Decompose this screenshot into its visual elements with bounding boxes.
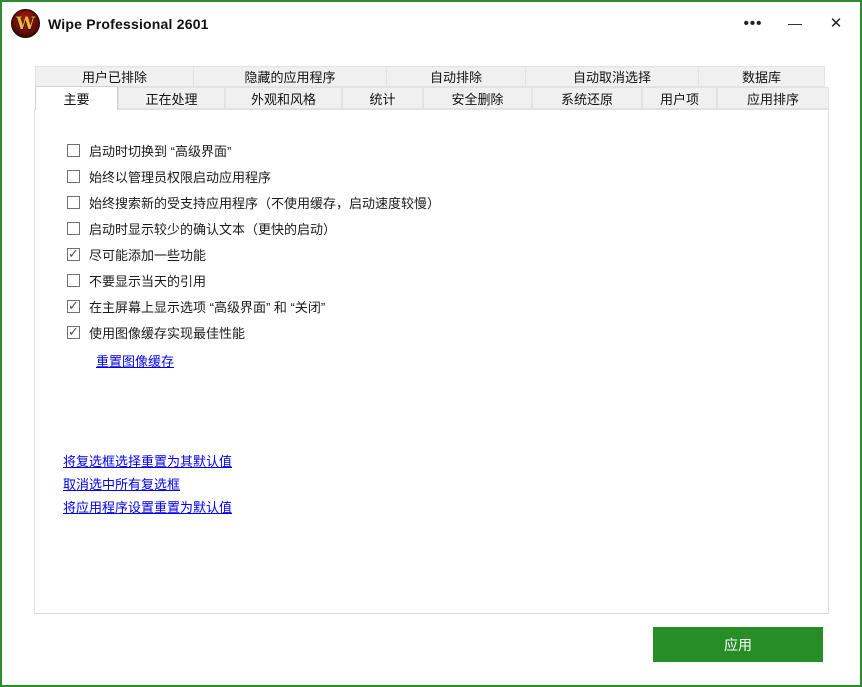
tab-user-items[interactable]: 用户项 bbox=[642, 87, 717, 109]
checkbox-label: 始终以管理员权限启动应用程序 bbox=[89, 167, 271, 186]
checkbox-row: 不要显示当天的引用 bbox=[67, 273, 440, 288]
checkbox-label: 尽可能添加一些功能 bbox=[89, 245, 206, 264]
ellipsis-icon: ••• bbox=[744, 15, 763, 32]
checkbox-search-new-apps[interactable] bbox=[67, 196, 80, 209]
checkbox-run-as-admin[interactable] bbox=[67, 170, 80, 183]
checkbox-row: 始终以管理员权限启动应用程序 bbox=[67, 169, 440, 184]
wipe-professional-window: { "window": { "title": "Wipe Professiona… bbox=[0, 0, 862, 687]
main-settings-panel: 启动时切换到 “高级界面” 始终以管理员权限启动应用程序 始终搜索新的受支持应用… bbox=[34, 109, 829, 614]
checkbox-use-image-cache[interactable] bbox=[67, 326, 80, 339]
checkbox-label: 不要显示当天的引用 bbox=[89, 271, 206, 290]
close-icon: ✕ bbox=[830, 14, 843, 32]
tab-row-lower: 主要 正在处理 外观和风格 统计 安全删除 系统还原 用户项 应用排序 bbox=[35, 86, 829, 110]
tab-statistics[interactable]: 统计 bbox=[342, 87, 423, 109]
checkbox-row: 使用图像缓存实现最佳性能 bbox=[67, 325, 440, 340]
settings-tabs: 用户已排除 隐藏的应用程序 自动排除 自动取消选择 数据库 主要 正在处理 外观… bbox=[35, 66, 829, 110]
link-reset-checkboxes-default[interactable]: 将复选框选择重置为其默认值 bbox=[63, 454, 232, 469]
checkbox-row: 尽可能添加一些功能 bbox=[67, 247, 440, 262]
tab-processing[interactable]: 正在处理 bbox=[118, 87, 225, 109]
close-button[interactable]: ✕ bbox=[819, 10, 853, 36]
checkbox-list: 启动时切换到 “高级界面” 始终以管理员权限启动应用程序 始终搜索新的受支持应用… bbox=[67, 143, 440, 351]
window-title: Wipe Professional 2601 bbox=[48, 2, 209, 46]
checkbox-show-advanced-and-close[interactable] bbox=[67, 300, 80, 313]
tab-row-upper: 用户已排除 隐藏的应用程序 自动排除 自动取消选择 数据库 bbox=[35, 66, 829, 87]
checkbox-label: 在主屏幕上显示选项 “高级界面” 和 “关闭” bbox=[89, 297, 325, 316]
tab-app-sorting[interactable]: 应用排序 bbox=[717, 87, 829, 109]
checkbox-label: 使用图像缓存实现最佳性能 bbox=[89, 323, 245, 342]
checkbox-switch-advanced-ui[interactable] bbox=[67, 144, 80, 157]
checkbox-label: 启动时切换到 “高级界面” bbox=[89, 141, 231, 160]
link-uncheck-all-checkboxes[interactable]: 取消选中所有复选框 bbox=[63, 477, 232, 492]
minimize-button[interactable]: — bbox=[778, 10, 812, 36]
checkbox-no-quote-of-day[interactable] bbox=[67, 274, 80, 287]
tab-system-restore[interactable]: 系统还原 bbox=[532, 87, 642, 109]
checkbox-row: 在主屏幕上显示选项 “高级界面” 和 “关闭” bbox=[67, 299, 440, 314]
checkbox-row: 启动时显示较少的确认文本（更快的启动） bbox=[67, 221, 440, 236]
titlebar: W Wipe Professional 2601 ••• — ✕ bbox=[2, 2, 860, 46]
checkbox-row: 始终搜索新的受支持应用程序（不使用缓存，启动速度较慢） bbox=[67, 195, 440, 210]
minimize-icon: — bbox=[788, 15, 802, 31]
checkbox-less-confirmation-text[interactable] bbox=[67, 222, 80, 235]
tab-users-excluded[interactable]: 用户已排除 bbox=[35, 66, 194, 87]
tab-auto-exclude[interactable]: 自动排除 bbox=[386, 66, 526, 87]
link-reset-image-cache[interactable]: 重置图像缓存 bbox=[96, 351, 174, 370]
checkbox-label: 启动时显示较少的确认文本（更快的启动） bbox=[89, 219, 336, 238]
tab-database[interactable]: 数据库 bbox=[698, 66, 825, 87]
window-menu-button[interactable]: ••• bbox=[736, 10, 770, 36]
tab-secure-delete[interactable]: 安全删除 bbox=[423, 87, 532, 109]
checkbox-label: 始终搜索新的受支持应用程序（不使用缓存，启动速度较慢） bbox=[89, 193, 440, 212]
tab-main[interactable]: 主要 bbox=[35, 86, 118, 110]
apply-button[interactable]: 应用 bbox=[653, 627, 823, 662]
tab-hidden-apps[interactable]: 隐藏的应用程序 bbox=[193, 66, 387, 87]
bottom-links: 将复选框选择重置为其默认值 取消选中所有复选框 将应用程序设置重置为默认值 bbox=[63, 454, 232, 523]
tab-auto-deselect[interactable]: 自动取消选择 bbox=[525, 66, 699, 87]
link-reset-app-settings[interactable]: 将应用程序设置重置为默认值 bbox=[63, 500, 232, 515]
checkbox-row: 启动时切换到 “高级界面” bbox=[67, 143, 440, 158]
tab-look-and-feel[interactable]: 外观和风格 bbox=[225, 87, 342, 109]
app-logo-icon: W bbox=[11, 9, 40, 38]
checkbox-add-features[interactable] bbox=[67, 248, 80, 261]
